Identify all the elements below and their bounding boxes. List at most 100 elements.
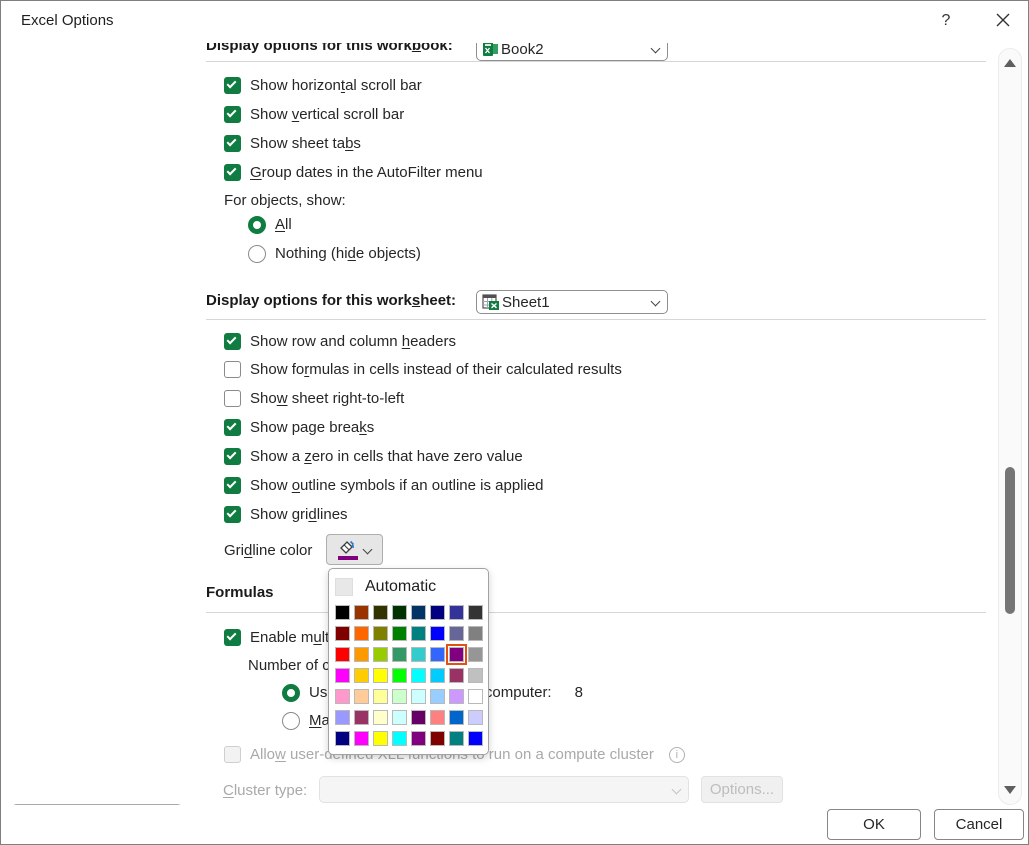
color-swatch[interactable]: [373, 626, 388, 641]
color-swatch[interactable]: [373, 689, 388, 704]
color-swatch[interactable]: [354, 731, 369, 746]
cluster-type-selector[interactable]: [319, 776, 689, 803]
scrollbar-thumb[interactable]: [1005, 467, 1015, 614]
color-swatch[interactable]: [430, 647, 445, 662]
color-swatch[interactable]: [449, 731, 464, 746]
close-button[interactable]: [989, 8, 1017, 34]
color-swatch[interactable]: [335, 626, 350, 641]
color-swatch[interactable]: [411, 647, 426, 662]
color-swatch[interactable]: [392, 605, 407, 620]
checkbox[interactable]: [224, 106, 241, 123]
color-swatch[interactable]: [449, 647, 464, 662]
color-swatch[interactable]: [449, 689, 464, 704]
color-swatch[interactable]: [373, 731, 388, 746]
color-swatch[interactable]: [373, 647, 388, 662]
automatic-color-option[interactable]: Automatic: [335, 575, 482, 599]
color-swatch[interactable]: [468, 668, 483, 683]
worksheet-selector[interactable]: Sheet1: [476, 290, 668, 314]
color-swatch[interactable]: [373, 710, 388, 725]
radio-button[interactable]: [248, 216, 266, 234]
checkbox-row: Show horizontal scroll bar: [224, 75, 422, 96]
color-swatch[interactable]: [373, 605, 388, 620]
color-swatch[interactable]: [468, 710, 483, 725]
color-swatch[interactable]: [449, 668, 464, 683]
radio-button[interactable]: [248, 245, 266, 263]
checkbox[interactable]: [224, 361, 241, 378]
radio-button[interactable]: [282, 684, 300, 702]
checkbox[interactable]: [224, 746, 241, 763]
color-swatch[interactable]: [354, 710, 369, 725]
cancel-button[interactable]: Cancel: [934, 809, 1024, 840]
checkbox-label: Show sheet right-to-left: [250, 390, 404, 407]
help-button[interactable]: ?: [934, 9, 958, 33]
checkbox[interactable]: [224, 77, 241, 94]
color-swatch[interactable]: [392, 689, 407, 704]
worksheet-section-heading: Display options for this worksheet:: [206, 292, 456, 309]
color-swatch[interactable]: [449, 710, 464, 725]
check-icon: [227, 335, 237, 345]
color-swatch[interactable]: [468, 605, 483, 620]
color-swatch[interactable]: [430, 710, 445, 725]
for-objects-label: For objects, show:: [224, 192, 346, 209]
color-swatch[interactable]: [430, 626, 445, 641]
color-swatch[interactable]: [392, 668, 407, 683]
color-swatch[interactable]: [354, 668, 369, 683]
color-swatch[interactable]: [354, 605, 369, 620]
cluster-options-button[interactable]: Options...: [701, 776, 783, 803]
color-swatch[interactable]: [411, 710, 426, 725]
color-swatch[interactable]: [335, 689, 350, 704]
checkbox[interactable]: [224, 629, 241, 646]
checkbox[interactable]: [224, 506, 241, 523]
paint-bucket-icon: [338, 540, 358, 560]
color-swatch[interactable]: [468, 647, 483, 662]
color-swatch[interactable]: [411, 689, 426, 704]
checkbox[interactable]: [224, 390, 241, 407]
radio-label: Nothing (hide objects): [275, 245, 421, 262]
formulas-section-heading: Formulas: [206, 584, 274, 601]
color-swatch[interactable]: [449, 605, 464, 620]
color-swatch[interactable]: [354, 689, 369, 704]
gridline-color-button[interactable]: [326, 534, 383, 565]
checkbox-row: Group dates in the AutoFilter menu: [224, 162, 483, 183]
color-swatch[interactable]: [430, 605, 445, 620]
color-swatch[interactable]: [335, 668, 350, 683]
color-swatch[interactable]: [411, 605, 426, 620]
checkbox[interactable]: [224, 164, 241, 181]
color-swatch[interactable]: [430, 689, 445, 704]
checkbox[interactable]: [224, 448, 241, 465]
ok-button[interactable]: OK: [827, 809, 921, 840]
color-swatch[interactable]: [335, 731, 350, 746]
color-swatch[interactable]: [430, 731, 445, 746]
color-swatch[interactable]: [411, 668, 426, 683]
options-content: Display options for this workbook: Book2…: [1, 43, 997, 804]
color-swatch[interactable]: [392, 626, 407, 641]
color-swatch[interactable]: [335, 647, 350, 662]
checkbox[interactable]: [224, 135, 241, 152]
color-swatch[interactable]: [430, 668, 445, 683]
color-swatch[interactable]: [335, 710, 350, 725]
color-swatch[interactable]: [468, 731, 483, 746]
radio-button[interactable]: [282, 712, 300, 730]
scroll-down-icon[interactable]: [1004, 786, 1016, 794]
color-swatch[interactable]: [392, 710, 407, 725]
color-swatch[interactable]: [335, 605, 350, 620]
color-swatch[interactable]: [354, 626, 369, 641]
checkbox[interactable]: [224, 419, 241, 436]
color-swatch[interactable]: [373, 668, 388, 683]
color-swatch[interactable]: [392, 731, 407, 746]
color-swatch[interactable]: [411, 626, 426, 641]
color-swatch[interactable]: [468, 626, 483, 641]
workbook-selector[interactable]: Book2: [476, 43, 668, 61]
checkbox-row: Show vertical scroll bar: [224, 104, 404, 125]
check-icon: [227, 137, 237, 147]
color-swatch[interactable]: [449, 626, 464, 641]
color-swatch[interactable]: [411, 731, 426, 746]
color-swatch[interactable]: [354, 647, 369, 662]
vertical-scrollbar[interactable]: [998, 48, 1022, 805]
color-swatch[interactable]: [392, 647, 407, 662]
color-swatch[interactable]: [468, 689, 483, 704]
checkbox[interactable]: [224, 477, 241, 494]
checkbox[interactable]: [224, 333, 241, 350]
scroll-up-icon[interactable]: [1004, 59, 1016, 67]
checkbox-label: Show gridlines: [250, 506, 348, 523]
